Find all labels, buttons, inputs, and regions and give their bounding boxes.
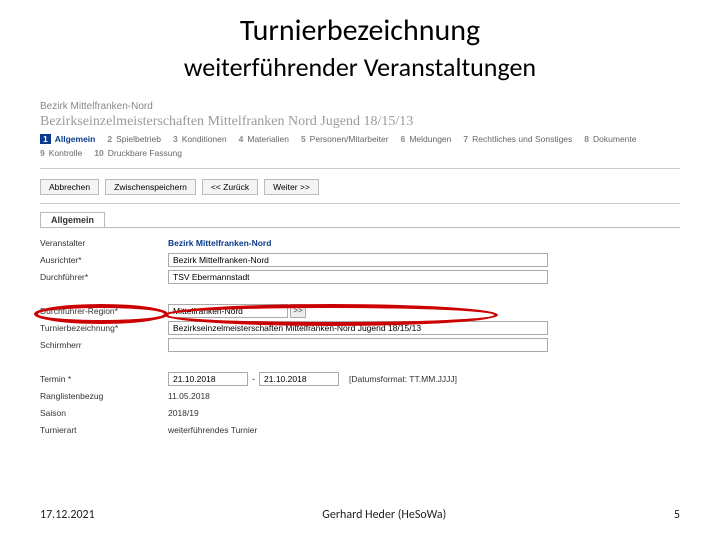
back-button[interactable]: << Zurück — [202, 179, 258, 195]
cancel-button[interactable]: Abbrechen — [40, 179, 99, 195]
input-termin-from[interactable] — [168, 372, 248, 386]
footer-author: Gerhard Heder (HeSoWa) — [322, 508, 446, 522]
input-ausrichter[interactable] — [168, 253, 548, 267]
footer-page: 5 — [674, 508, 680, 522]
tab-allgemein[interactable]: 1Allgemein — [40, 134, 95, 144]
lbl-ranglistenbezug: Ranglistenbezug — [40, 391, 168, 401]
slide-title-line1: Turnierbezeichnung — [0, 12, 720, 49]
input-schirmherr[interactable] — [168, 338, 548, 352]
tab-personen[interactable]: 5Personen/Mitarbeiter — [301, 134, 389, 144]
slide-title-line2: weiterführender Veranstaltungen — [0, 51, 720, 83]
tab-rechtliches[interactable]: 7Rechtliches und Sonstiges — [463, 134, 572, 144]
tab-kontrolle[interactable]: 9Kontrolle — [40, 148, 82, 158]
region-picker-button[interactable]: >> — [290, 304, 306, 318]
tab-materialien[interactable]: 4Materialien — [239, 134, 289, 144]
termin-format-hint: [Datumsformat: TT.MM.JJJJ] — [349, 374, 457, 384]
breadcrumb: Bezirk Mittelfranken-Nord — [40, 101, 680, 112]
page-heading: Bezirkseinzelmeisterschaften Mittelfrank… — [40, 114, 680, 130]
form-area: Veranstalter Bezirk Mittelfranken-Nord A… — [40, 227, 680, 438]
lbl-schirmherr: Schirmherr — [40, 340, 168, 350]
tab-druck[interactable]: 10Druckbare Fassung — [94, 148, 182, 158]
tab-meldungen[interactable]: 6Meldungen — [401, 134, 452, 144]
next-button[interactable]: Weiter >> — [264, 179, 319, 195]
lbl-ausrichter: Ausrichter* — [40, 255, 168, 265]
lbl-termin: Termin * — [40, 374, 168, 384]
section-allgemein-tab: Allgemein — [40, 212, 105, 227]
lbl-turnierart: Turnierart — [40, 425, 168, 435]
input-termin-to[interactable] — [259, 372, 339, 386]
val-ranglistenbezug: 11.05.2018 — [168, 391, 210, 401]
tab-konditionen[interactable]: 3Konditionen — [173, 134, 227, 144]
val-turnierart: weiterführendes Turnier — [168, 425, 257, 435]
input-durchfuehrer[interactable] — [168, 270, 548, 284]
val-veranstalter: Bezirk Mittelfranken-Nord — [168, 238, 271, 248]
input-turnierbezeichnung[interactable] — [168, 321, 548, 335]
val-saison: 2018/19 — [168, 408, 199, 418]
lbl-veranstalter: Veranstalter — [40, 238, 168, 248]
app-panel: Bezirk Mittelfranken-Nord Bezirkseinzelm… — [40, 101, 680, 438]
save-interim-button[interactable]: Zwischenspeichern — [105, 179, 196, 195]
tab-dokumente[interactable]: 8Dokumente — [584, 134, 636, 144]
tab-spielbetrieb[interactable]: 2Spielbetrieb — [107, 134, 161, 144]
footer-date: 17.12.2021 — [40, 508, 95, 522]
input-region[interactable] — [168, 304, 288, 318]
tab-bar: 1Allgemein 2Spielbetrieb 3Konditionen 4M… — [40, 134, 680, 169]
lbl-saison: Saison — [40, 408, 168, 418]
lbl-region: Durchführer-Region* — [40, 306, 168, 316]
lbl-turnierbezeichnung: Turnierbezeichnung* — [40, 323, 168, 333]
lbl-durchfuehrer: Durchführer* — [40, 272, 168, 282]
